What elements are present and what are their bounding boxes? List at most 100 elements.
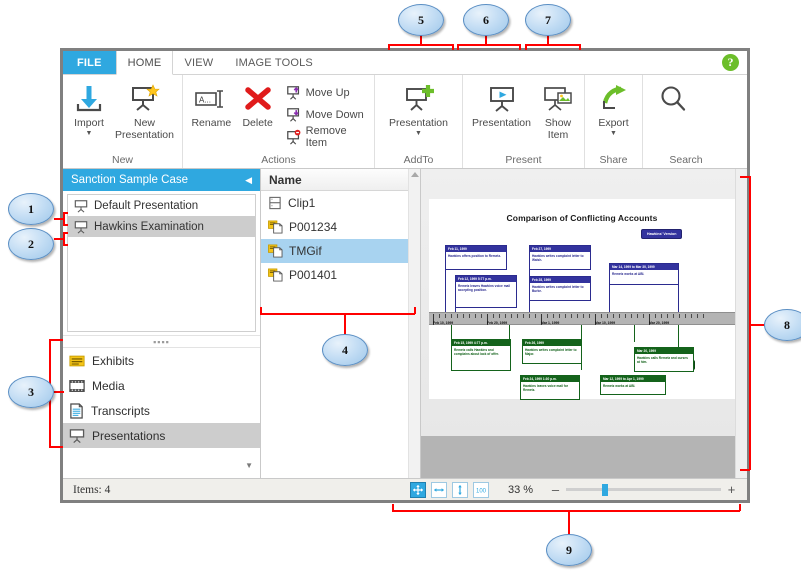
remove-item-button[interactable]: Remove Item: [283, 125, 367, 149]
callout-2-label: 2: [28, 236, 34, 251]
sidebar-item-exhibits[interactable]: Exhibits: [63, 348, 260, 373]
image-doc-icon: [268, 268, 283, 282]
move-up-button[interactable]: Move Up: [283, 82, 367, 104]
fit-height-button[interactable]: [452, 481, 468, 498]
list-item[interactable]: Clip1: [261, 191, 420, 215]
zoom-in-button[interactable]: +: [726, 482, 737, 497]
show-item-button[interactable]: Show Item: [536, 80, 580, 143]
sidebar-item-media[interactable]: Media: [63, 373, 260, 398]
new-presentation-button[interactable]: New Presentation: [111, 80, 178, 143]
move-down-button[interactable]: Move Down: [283, 104, 367, 126]
case-title: Sanction Sample Case: [71, 174, 188, 186]
connector-line: [678, 285, 679, 312]
ruler-tick: [577, 314, 578, 318]
sidebar-item-presentations[interactable]: Presentations: [63, 423, 260, 448]
addto-presentation-button[interactable]: Presentation ▼: [383, 80, 454, 139]
zoom-slider-thumb[interactable]: [602, 483, 608, 496]
ruler-tick: [529, 314, 530, 318]
timeline-event-box: Mar 12, 1999 to Apr 1, 1999 Remetz works…: [600, 375, 666, 395]
remove-item-label: Remove Item: [305, 125, 347, 149]
move-down-icon: [286, 107, 302, 123]
status-bar: Items: 4 100 33 % – +: [63, 478, 747, 500]
search-button[interactable]: [651, 80, 695, 120]
zoom-out-button[interactable]: –: [550, 482, 561, 497]
help-icon[interactable]: ?: [722, 54, 739, 71]
import-caret-icon[interactable]: ▼: [86, 130, 93, 137]
grip-dots-icon: ▪▪▪▪: [153, 336, 170, 347]
list-item-label: Default Presentation: [94, 199, 199, 212]
zoom-slider[interactable]: [566, 483, 721, 497]
column-header-name[interactable]: Name: [261, 169, 420, 191]
main-body: Sanction Sample Case ◀ Default Presentat…: [63, 169, 747, 478]
zoom-percent-label: 33 %: [508, 483, 534, 496]
tab-image-tools[interactable]: IMAGE TOOLS: [224, 51, 324, 74]
ruler-tick: [547, 314, 548, 318]
callout-7-bracket-left: [525, 44, 527, 50]
rename-button[interactable]: A... Rename: [187, 80, 236, 132]
export-button-label: Export: [598, 117, 629, 129]
ruler-tick: [499, 314, 500, 318]
file-list-scrollbar[interactable]: [408, 169, 420, 478]
legend-hawkins-label: Hawkins' Version: [647, 232, 677, 236]
chevron-down-icon[interactable]: ▼: [245, 461, 253, 470]
file-list-panel: Name Clip1 P001234 TMGif P001401: [261, 169, 421, 478]
addto-caret-icon[interactable]: ▼: [415, 130, 422, 137]
scroll-up-icon[interactable]: [410, 172, 419, 177]
ruler-tick: [589, 314, 590, 318]
svg-text:A...: A...: [199, 96, 211, 105]
ruler-label: Feb 20, 1999: [487, 320, 508, 325]
ruler-tick: [493, 314, 494, 318]
list-item-label: P001401: [289, 268, 338, 282]
tab-home[interactable]: HOME: [115, 51, 174, 75]
tab-file[interactable]: FILE: [63, 51, 116, 74]
ruler-tick: [469, 314, 470, 318]
column-header-label: Name: [269, 172, 302, 187]
ribbon-group-share: Export ▼ Share: [585, 75, 643, 168]
sidebar-item-transcripts[interactable]: Transcripts: [63, 398, 260, 423]
actual-size-button[interactable]: 100: [473, 481, 489, 498]
timeline-event-box: Feb 11, 1999 Hawkins offers position to …: [445, 245, 507, 270]
callout-6-bracket-left: [457, 44, 459, 50]
delete-button[interactable]: Delete: [236, 80, 280, 132]
new-presentation-icon: [129, 82, 161, 116]
ruler-label: Mar 10, 1999: [595, 320, 616, 325]
callout-4-bracket-right: [414, 307, 416, 314]
fit-page-button[interactable]: [410, 481, 426, 498]
callout-7: 7: [525, 4, 571, 36]
present-presentation-button[interactable]: Presentation: [467, 80, 536, 132]
tab-view[interactable]: VIEW: [173, 51, 224, 74]
list-item[interactable]: TMGif: [261, 239, 420, 263]
list-item[interactable]: Default Presentation: [68, 195, 255, 216]
list-item[interactable]: Hawkins Examination: [68, 216, 255, 237]
list-item[interactable]: P001234: [261, 215, 420, 239]
list-item[interactable]: P001401: [261, 263, 420, 287]
event-text: Remetz leaves Hawkins voice mail accepti…: [458, 283, 511, 293]
timeline-event-box: Feb 12, 1999 5:77 p.m. Remetz leaves Haw…: [455, 275, 517, 308]
help-icon-label: ?: [727, 55, 734, 69]
ribbon-group-search-label: Search: [669, 154, 703, 166]
presentation-list[interactable]: Default Presentation Hawkins Examination: [67, 194, 256, 332]
sidebar-splitter[interactable]: ▪▪▪▪: [63, 335, 260, 348]
export-button[interactable]: Export ▼: [592, 80, 636, 139]
callout-4: 4: [322, 334, 368, 366]
export-caret-icon[interactable]: ▼: [610, 130, 617, 137]
callout-1-bracket-top: [63, 212, 68, 214]
ruler-tick: [439, 314, 440, 318]
collapse-left-icon[interactable]: ◀: [245, 175, 252, 186]
viewer-scrollbar[interactable]: [735, 169, 747, 478]
ribbon-group-actions: A... Rename Delete Move Up Move Down Rem…: [183, 75, 375, 168]
exhibit-icon: [69, 354, 85, 368]
callout-8-bracket: [749, 176, 751, 470]
callout-3-bracket-top: [49, 339, 63, 341]
ruler-tick: [673, 314, 674, 318]
fit-width-button[interactable]: [431, 481, 447, 498]
import-button[interactable]: Import ▼: [67, 80, 111, 139]
list-item-label: Clip1: [288, 196, 316, 210]
callout-8-bracket-bottom: [740, 469, 750, 471]
viewer-canvas[interactable]: Comparison of Conflicting Accounts Hawki…: [421, 169, 747, 436]
ruler-tick: [571, 314, 572, 318]
new-presentation-button-label: New Presentation: [115, 117, 174, 141]
show-item-label: Show Item: [544, 117, 572, 141]
ruler-label: Mar 20, 1999: [649, 320, 670, 325]
ruler-tick: [625, 314, 626, 318]
